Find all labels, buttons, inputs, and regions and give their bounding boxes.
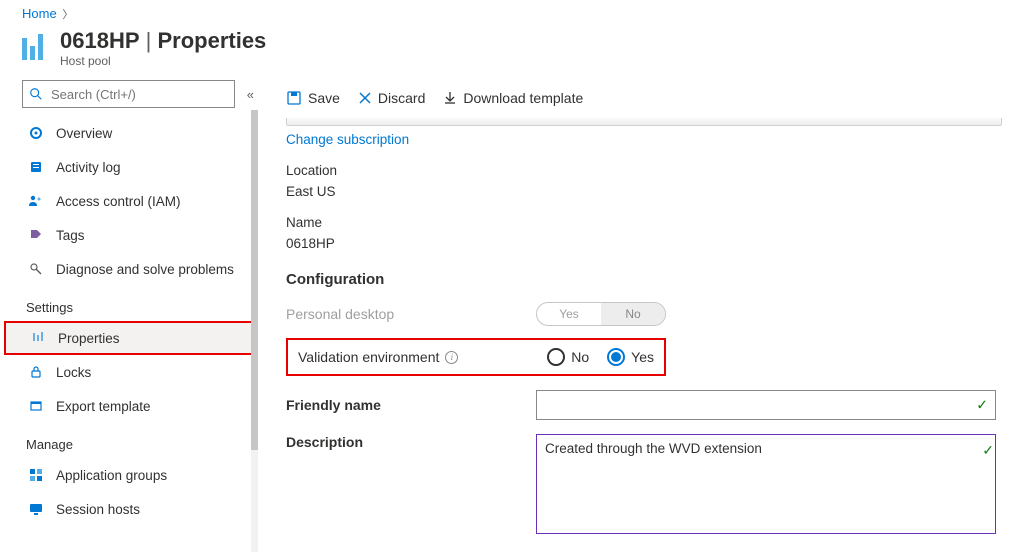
sessionhosts-icon xyxy=(26,502,46,516)
sidebar-item-overview[interactable]: Overview xyxy=(22,116,258,150)
breadcrumb-home[interactable]: Home xyxy=(22,6,57,21)
sidebar-search[interactable] xyxy=(22,80,235,108)
activity-log-icon xyxy=(26,160,46,174)
toolbar: Save Discard Download template xyxy=(286,78,1002,118)
sidebar-item-properties[interactable]: Properties xyxy=(4,321,258,355)
page-title: 0618HP | Properties xyxy=(60,28,266,54)
iam-icon xyxy=(26,194,46,208)
name-value: 0618HP xyxy=(286,236,1002,251)
validation-environment-row: Validation environment i No Yes xyxy=(286,338,666,376)
location-label: Location xyxy=(286,163,1002,178)
sidebar-item-iam[interactable]: Access control (IAM) xyxy=(22,184,258,218)
check-icon: ✓ xyxy=(976,397,988,414)
appgroups-icon xyxy=(26,468,46,482)
sidebar-section-settings: Settings xyxy=(22,286,258,321)
overview-icon xyxy=(26,126,46,140)
save-button[interactable]: Save xyxy=(286,90,340,106)
sidebar-item-diagnose[interactable]: Diagnose and solve problems xyxy=(22,252,258,286)
personal-desktop-toggle: Yes No xyxy=(536,302,666,326)
sidebar-item-session-hosts[interactable]: Session hosts xyxy=(22,492,258,526)
page-header: 0618HP | Properties Host pool xyxy=(0,24,1024,78)
diagnose-icon xyxy=(26,262,46,276)
sidebar-item-activity-log[interactable]: Activity log xyxy=(22,150,258,184)
save-icon xyxy=(286,90,302,106)
sidebar-scrollbar[interactable] xyxy=(251,110,258,552)
validation-env-label: Validation environment xyxy=(298,349,439,365)
description-label: Description xyxy=(286,434,536,450)
sidebar-section-manage: Manage xyxy=(22,423,258,458)
info-icon[interactable]: i xyxy=(445,351,458,364)
validation-env-yes[interactable]: Yes xyxy=(607,348,654,366)
properties-icon xyxy=(28,331,48,345)
main-content: Save Discard Download template Change su… xyxy=(258,78,1024,552)
friendly-name-label: Friendly name xyxy=(286,397,536,413)
personal-desktop-yes: Yes xyxy=(537,303,601,325)
friendly-name-input[interactable] xyxy=(536,390,996,420)
collapsed-field[interactable] xyxy=(286,118,1002,126)
resource-type: Host pool xyxy=(60,54,266,68)
breadcrumb: Home 〉 xyxy=(0,0,1024,24)
sidebar-item-tags[interactable]: Tags xyxy=(22,218,258,252)
chevron-right-icon: 〉 xyxy=(60,9,75,21)
change-subscription-link[interactable]: Change subscription xyxy=(286,132,409,147)
tags-icon xyxy=(26,228,46,242)
discard-button[interactable]: Discard xyxy=(358,90,425,106)
search-input[interactable] xyxy=(49,86,228,103)
discard-icon xyxy=(358,91,372,105)
validation-env-no[interactable]: No xyxy=(547,348,589,366)
collapse-sidebar-button[interactable]: « xyxy=(243,83,258,106)
export-icon xyxy=(26,399,46,413)
hostpool-icon xyxy=(22,32,50,60)
download-icon xyxy=(443,91,457,105)
name-label: Name xyxy=(286,215,1002,230)
sidebar-item-locks[interactable]: Locks xyxy=(22,355,258,389)
download-template-button[interactable]: Download template xyxy=(443,90,583,106)
personal-desktop-no: No xyxy=(601,303,665,325)
personal-desktop-label: Personal desktop xyxy=(286,306,536,322)
sidebar: « Overview Activity log Access control (… xyxy=(0,78,258,552)
location-value: East US xyxy=(286,184,1002,199)
lock-icon xyxy=(26,365,46,379)
search-icon xyxy=(29,87,43,101)
sidebar-item-export-template[interactable]: Export template xyxy=(22,389,258,423)
description-input[interactable] xyxy=(536,434,996,534)
check-icon: ✓ xyxy=(982,442,994,459)
sidebar-item-application-groups[interactable]: Application groups xyxy=(22,458,258,492)
configuration-heading: Configuration xyxy=(286,271,1002,288)
